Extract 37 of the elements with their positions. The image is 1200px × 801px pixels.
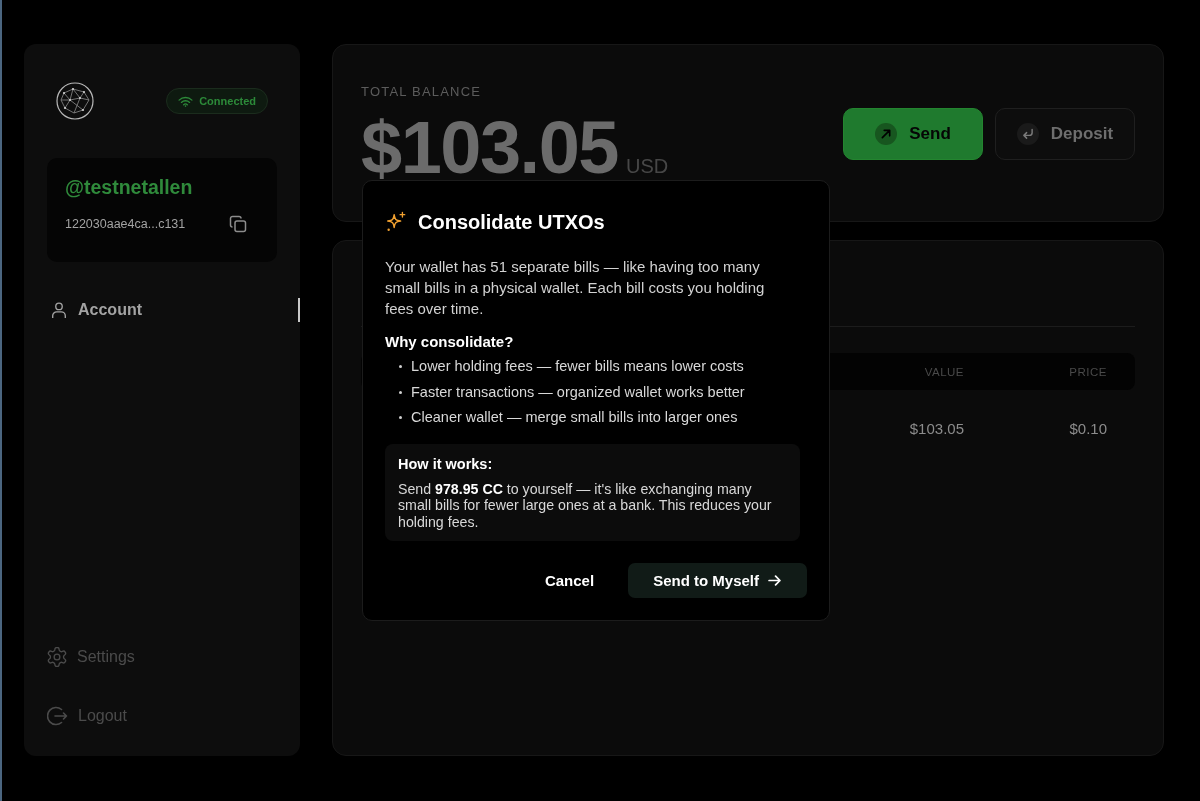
reason-text: Faster transactions — organized wallet works better	[411, 382, 745, 402]
wallet-address: 122030aae4ca...c131	[65, 217, 186, 231]
bullet-icon	[399, 390, 402, 394]
account-handle: @testnetallen	[65, 176, 194, 198]
nav-item[interactable]: Account	[47, 298, 300, 322]
sparkle-icon	[385, 211, 407, 233]
send-to-myself-button[interactable]: Send to Myself	[628, 563, 807, 598]
settings-icon	[47, 647, 67, 667]
info-text: Send 978.95 CC to yourself — it's like exchanging many small bills for fewer large ones at a bank. This reduces your holding fees.	[398, 480, 773, 530]
arrow-up-right-icon	[875, 123, 898, 145]
info-heading: How it works:	[398, 454, 494, 473]
network-globe-icon	[56, 82, 94, 120]
dialog-intro-text: Your wallet has 51 separate bills — like having too many small bills in a physical wallet. Each bill costs you holding fees over time.	[385, 257, 766, 319]
send-button[interactable]: Send	[843, 108, 983, 160]
reason-text: Cleaner wallet — merge small bills into larger ones	[411, 408, 738, 427]
nav-item[interactable]: Logout	[47, 704, 127, 728]
table-cell-text: $103.05	[908, 419, 964, 437]
arrow-right-icon	[768, 575, 781, 586]
section-heading: Why consolidate?	[385, 333, 515, 351]
table-header-cell-text: PRICE	[1068, 365, 1107, 378]
currency-label: USD	[626, 155, 669, 178]
bullet-icon	[399, 365, 402, 369]
balance-amount: $103.05	[361, 111, 618, 185]
reason-text: Lower holding fees — fewer bills means lower costs	[411, 357, 744, 376]
cancel-button[interactable]: Cancel	[544, 572, 595, 589]
balance-label: TOTAL BALANCE	[361, 84, 483, 100]
table-cell-text: $0.10	[1068, 419, 1107, 437]
status-label: Connected	[199, 95, 256, 107]
person-icon	[50, 301, 68, 319]
logout-icon	[47, 706, 68, 726]
table-header-cell-text: VALUE	[923, 365, 964, 378]
wifi-icon	[178, 95, 194, 107]
nav-item[interactable]: Settings	[47, 645, 135, 669]
deposit-button[interactable]: Deposit	[995, 108, 1135, 160]
dialog-title: Consolidate UTXOs	[418, 210, 605, 234]
bullet-icon	[399, 416, 402, 420]
copy-icon[interactable]	[229, 215, 248, 233]
